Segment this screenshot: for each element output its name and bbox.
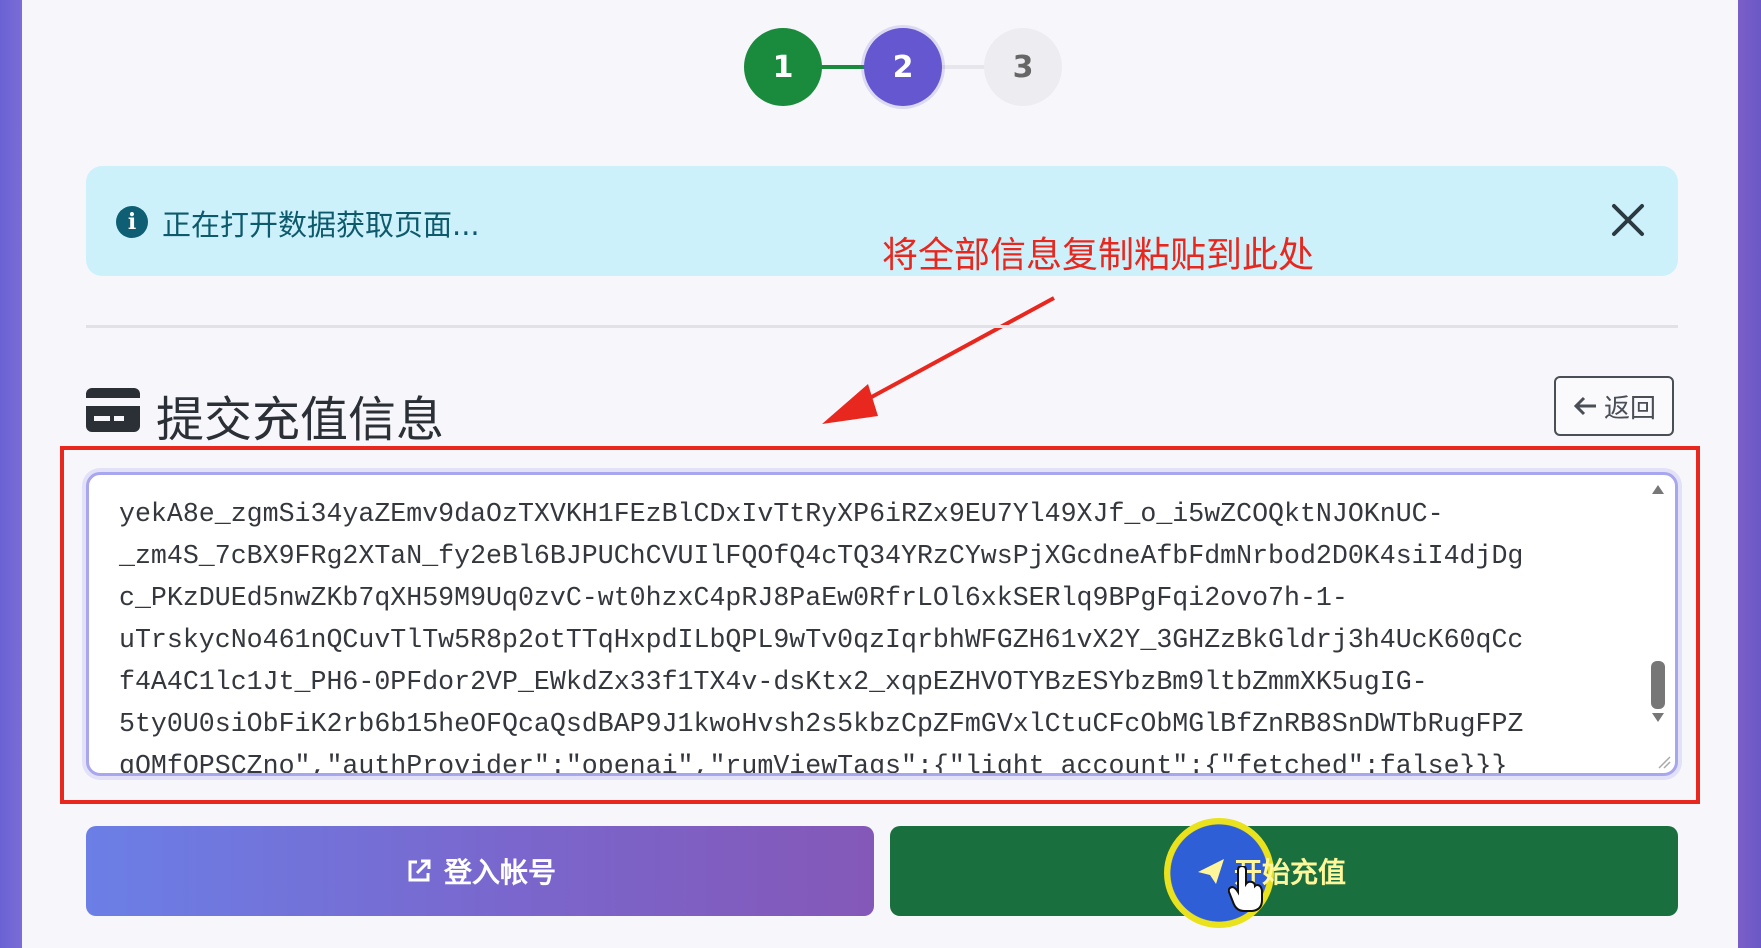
payload-line: c_PKzDUEd5nwZKb7qXH59M9Uq0zvC-wt0hzxC4pR… — [119, 583, 1348, 613]
step-1: 1 — [744, 28, 822, 106]
start-recharge-button[interactable]: 开始充值 — [890, 818, 1678, 928]
payload-line: _zm4S_7cBX9FRg2XTaN_fy2eBl6BJPUChCVUIlFQ… — [119, 541, 1524, 571]
payload-line: uTrskycNo461nQCuvTlTw5R8p2otTTqHxpdILbQP… — [119, 625, 1524, 655]
resize-grip-icon[interactable] — [1657, 755, 1671, 769]
recharge-card: 1 2 3 i 正在打开数据获取页面... 将全部信息复制粘贴到此处 提交充值信… — [22, 0, 1738, 948]
scroll-thumb[interactable] — [1651, 661, 1665, 709]
login-account-button[interactable]: 登入帐号 — [86, 826, 874, 916]
external-link-icon — [408, 859, 431, 882]
hand-cursor-icon — [1228, 866, 1263, 912]
payload-text: yekA8e_zgmSi34yaZEmv9daOzTXVKH1FEzBlCDxI… — [119, 493, 1609, 776]
step-2: 2 — [864, 28, 942, 106]
step-connector-2 — [940, 65, 986, 69]
payload-line: qOMfOPSCZno","authProvider":"openai","ru… — [119, 751, 1508, 776]
start-button-content: 开始充值 — [1196, 826, 1346, 916]
divider — [86, 325, 1678, 328]
instruction-annotation: 将全部信息复制粘贴到此处 — [882, 235, 1315, 276]
back-button[interactable]: 返回 — [1554, 376, 1674, 436]
step-connector-1 — [820, 65, 866, 69]
textarea-scrollbar[interactable] — [1649, 485, 1667, 755]
scroll-up-arrow-icon[interactable] — [1652, 485, 1664, 494]
send-icon — [1198, 859, 1224, 884]
payload-line: yekA8e_zgmSi34yaZEmv9daOzTXVKH1FEzBlCDxI… — [119, 499, 1444, 529]
alert-message: 正在打开数据获取页面... — [162, 208, 480, 242]
payload-line: 5ty0U0siObFiK2rb6b15heOFQcaQsdBAP9J1kwoH… — [119, 709, 1524, 739]
credit-card-icon — [86, 388, 140, 432]
payload-textarea[interactable]: yekA8e_zgmSi34yaZEmv9daOzTXVKH1FEzBlCDxI… — [86, 472, 1678, 776]
back-button-label: 返回 — [1603, 393, 1656, 424]
payload-line: f4A4C1lc1Jt_PH6-0PFdor2VP_EWkdZx33f1TX4v… — [119, 667, 1428, 697]
close-icon[interactable] — [1604, 196, 1652, 244]
stepper: 1 2 3 — [744, 28, 1064, 108]
login-button-label: 登入帐号 — [443, 856, 556, 889]
info-icon: i — [116, 206, 148, 238]
scroll-down-arrow-icon[interactable] — [1652, 713, 1664, 722]
arrow-left-icon — [1573, 396, 1596, 416]
page-title: 提交充值信息 — [156, 392, 445, 448]
step-3: 3 — [984, 28, 1062, 106]
